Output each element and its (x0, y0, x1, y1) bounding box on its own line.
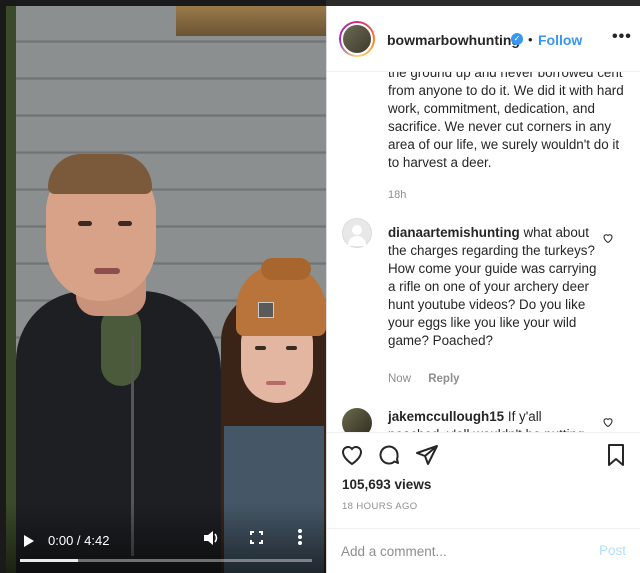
video-time: 0:00 / 4:42 (48, 533, 110, 548)
verified-badge-icon: ✓ (511, 33, 523, 45)
comment-text: what about the charges regarding the tur… (388, 225, 597, 348)
video-controls: 0:00 / 4:42 (6, 513, 326, 573)
comment-username[interactable]: jakemccullough15 (388, 409, 504, 424)
post-side-panel: bowmarbowhunting ✓ • Follow ••• the grou… (326, 6, 640, 573)
options-button[interactable]: ••• (612, 28, 632, 46)
post-comment-button[interactable]: Post (599, 543, 626, 558)
comment-meta: Now Reply (388, 373, 474, 385)
comment-username[interactable]: dianaartemishunting (388, 225, 520, 240)
follow-button[interactable]: Follow (538, 32, 582, 48)
like-comment-heart-icon[interactable] (602, 416, 614, 428)
video-progress-bar[interactable] (20, 559, 312, 562)
add-comment-input[interactable] (341, 541, 571, 561)
username-link[interactable]: bowmarbowhunting (387, 32, 520, 48)
video-frame (6, 6, 326, 573)
more-options-icon[interactable] (298, 527, 304, 547)
video-player[interactable]: 0:00 / 4:42 (0, 0, 326, 573)
comment-item: jakemccullough15 If y'all poached, y'all… (388, 408, 598, 432)
post-actions: 105,693 views 18 HOURS AGO (327, 432, 640, 528)
reply-button[interactable]: Reply (428, 373, 459, 385)
add-comment-bar: Post (327, 528, 640, 573)
caption-text: the ground up and never borrowed cent fr… (388, 72, 624, 170)
fullscreen-icon[interactable] (250, 531, 263, 544)
volume-icon[interactable] (204, 531, 220, 548)
comment-time[interactable]: Now (388, 373, 411, 385)
comment-avatar[interactable] (342, 408, 372, 432)
save-bookmark-icon[interactable] (604, 443, 628, 467)
comments-scroll-area[interactable]: the ground up and never borrowed cent fr… (327, 72, 640, 432)
comment-item: dianaartemishunting what about the charg… (388, 224, 598, 350)
caption-timestamp[interactable]: 18h (388, 189, 406, 201)
post-header: bowmarbowhunting ✓ • Follow ••• (327, 6, 640, 72)
like-heart-icon[interactable] (340, 443, 364, 467)
play-icon[interactable] (24, 535, 34, 547)
view-count[interactable]: 105,693 views (342, 477, 431, 492)
comment-avatar[interactable] (342, 218, 372, 248)
avatar[interactable] (339, 21, 375, 57)
instagram-post-frame: 0:00 / 4:42 bowmarbowhunting ✓ • Follow … (0, 0, 640, 573)
separator-dot: • (528, 32, 533, 47)
like-comment-heart-icon[interactable] (602, 232, 614, 244)
share-paper-plane-icon[interactable] (415, 443, 439, 467)
comment-bubble-icon[interactable] (377, 443, 401, 467)
post-timestamp[interactable]: 18 HOURS AGO (342, 501, 418, 512)
video-buffered (20, 559, 79, 562)
